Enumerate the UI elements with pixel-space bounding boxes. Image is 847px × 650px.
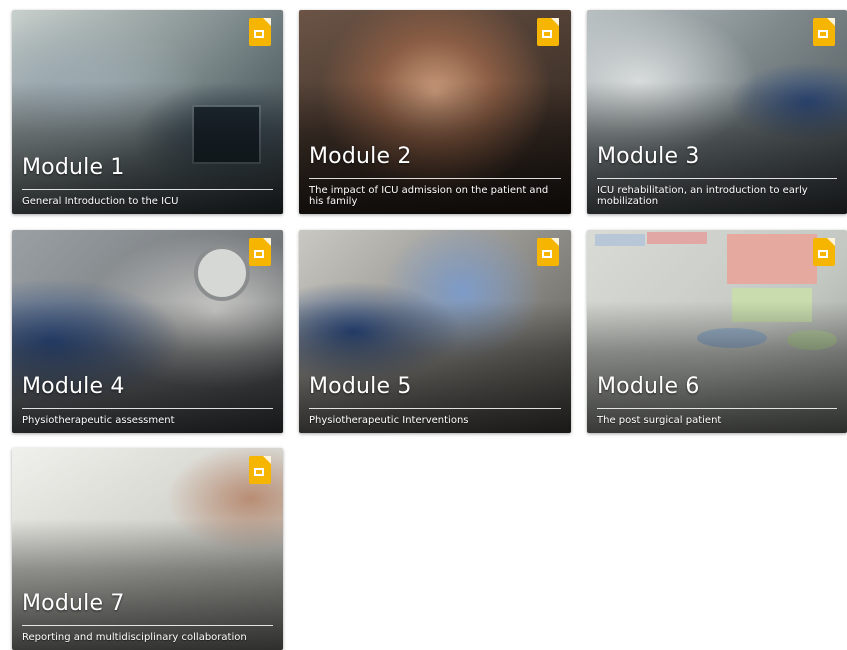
module-card-3[interactable]: Module 3 ICU rehabilitation, an introduc… (587, 10, 847, 214)
module-card-5[interactable]: Module 5 Physiotherapeutic Interventions (299, 230, 571, 433)
divider (22, 189, 273, 190)
module-title: Module 3 (597, 144, 700, 169)
module-title: Module 1 (22, 155, 125, 180)
module-card-6[interactable]: Module 6 The post surgical patient (587, 230, 847, 433)
divider (309, 408, 561, 409)
module-subtitle: The post surgical patient (597, 415, 722, 426)
module-subtitle: Physiotherapeutic Interventions (309, 415, 469, 426)
slides-icon[interactable] (249, 456, 271, 484)
slides-icon[interactable] (813, 238, 835, 266)
module-title: Module 4 (22, 374, 125, 399)
module-subtitle: The impact of ICU admission on the patie… (309, 185, 549, 207)
module-title: Module 6 (597, 374, 700, 399)
module-card-2[interactable]: Module 2 The impact of ICU admission on … (299, 10, 571, 214)
divider (309, 178, 561, 179)
slides-icon[interactable] (537, 238, 559, 266)
slides-icon[interactable] (249, 18, 271, 46)
module-card-1[interactable]: Module 1 General Introduction to the ICU (12, 10, 283, 214)
divider (22, 408, 273, 409)
divider (597, 408, 837, 409)
module-subtitle: Reporting and multidisciplinary collabor… (22, 632, 247, 643)
slides-icon[interactable] (249, 238, 271, 266)
module-subtitle: General Introduction to the ICU (22, 196, 179, 207)
divider (597, 178, 837, 179)
slides-icon[interactable] (537, 18, 559, 46)
slides-icon[interactable] (813, 18, 835, 46)
module-title: Module 5 (309, 374, 412, 399)
divider (22, 625, 273, 626)
module-title: Module 7 (22, 591, 125, 616)
module-card-4[interactable]: Module 4 Physiotherapeutic assessment (12, 230, 283, 433)
module-subtitle: ICU rehabilitation, an introduction to e… (597, 185, 808, 207)
module-card-7[interactable]: Module 7 Reporting and multidisciplinary… (12, 448, 283, 650)
module-subtitle: Physiotherapeutic assessment (22, 415, 175, 426)
module-title: Module 2 (309, 144, 412, 169)
